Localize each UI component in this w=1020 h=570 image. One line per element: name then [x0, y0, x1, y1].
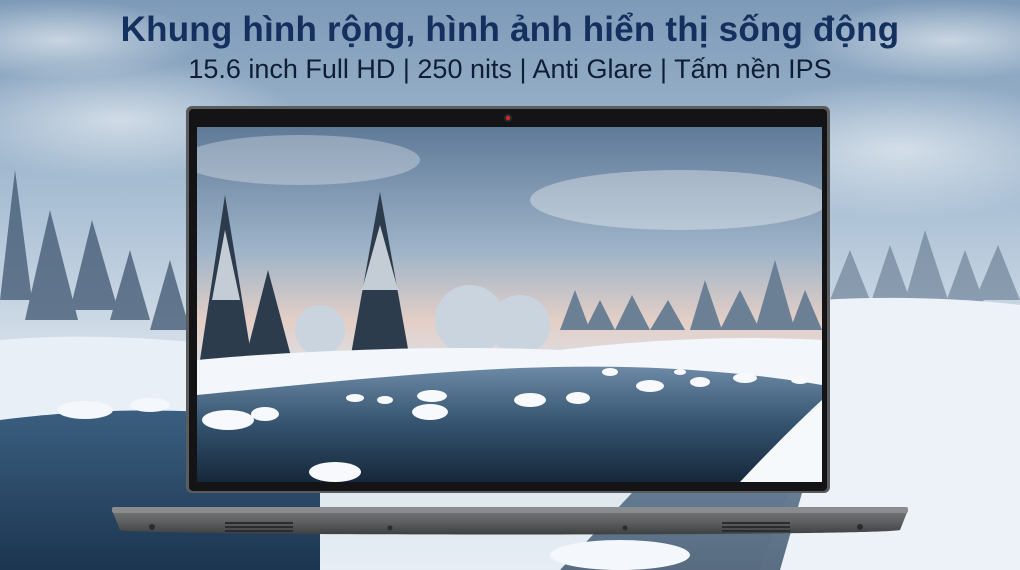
- laptop-illustration: [112, 106, 908, 535]
- speaker-grille-left-icon: [225, 522, 293, 532]
- speaker-grille-right-icon: [722, 522, 790, 532]
- screen-display: [197, 127, 822, 482]
